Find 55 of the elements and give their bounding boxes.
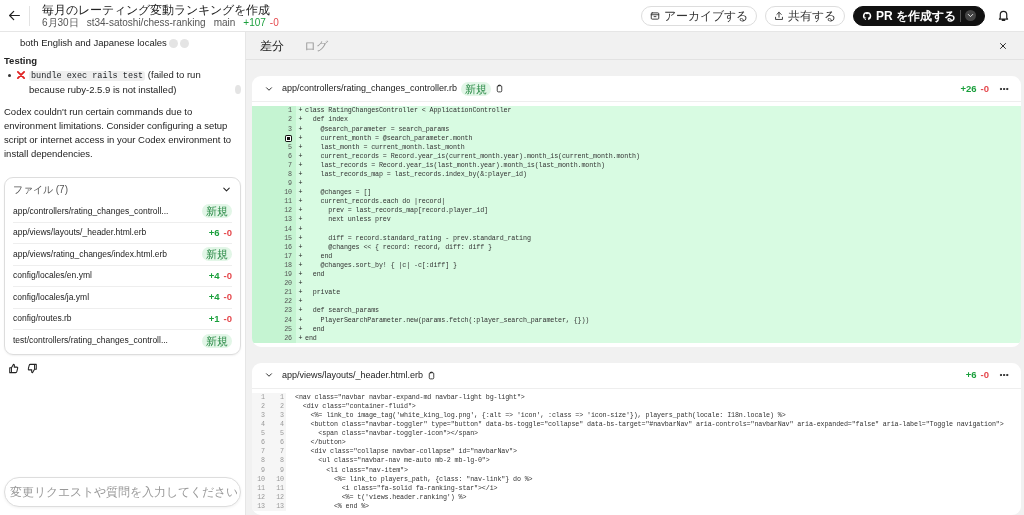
back-icon[interactable] [8,9,21,22]
bullet-icon [8,74,11,77]
archive-icon [650,10,660,21]
additions-count: +6 [208,225,220,240]
share-icon [774,10,784,21]
task-date: 6月30日 [42,16,79,29]
new-badge: 新規 [461,81,492,96]
file-name[interactable]: app/controllers/rating_changes_controll... [13,204,169,218]
share-button[interactable]: 共有する [765,5,845,26]
file-name[interactable]: app/views/rating_changes/index.html.erb [13,247,168,261]
deletions-count: -0 [980,81,989,96]
new-badge: 新規 [202,204,232,219]
files-title: ファイル (7) [13,183,68,197]
file-name[interactable]: app/views/layouts/_header.html.erb [13,226,147,240]
message-input[interactable]: 変更リクエストや質問を入力してください [4,477,241,507]
file-path: app/views/layouts/_header.html.erb [282,368,424,382]
summary-text: both English and Japanese locales [20,36,167,50]
deletions-count: -0 [980,368,989,383]
deletions-count: -0 [269,16,279,29]
note-paragraph: Codex couldn't run certain commands due to environment limitations. Consider configuring a setup script or internet access in your Codex environment to install dependencies. [4,105,233,161]
additions-count: +1 [208,311,220,326]
line-marker-icon[interactable] [285,134,292,142]
copy-icon[interactable] [427,370,437,380]
additions-count: +107 [243,16,266,29]
file-path: app/controllers/rating_changes_controller.rb [282,82,458,96]
additions-count: +6 [965,368,977,383]
test-result-text: bundle exec rails test (failed to run because ruby-2.5.9 is not installed) [29,68,202,97]
tab[interactable]: 差分 [254,34,290,57]
chevron-down-icon[interactable] [221,184,232,195]
repository-name: st34-satoshi/chess-ranking [86,16,206,29]
bell-icon[interactable] [997,9,1010,22]
file-name[interactable]: test/controllers/rating_changes_controll... [13,334,168,348]
thumbs-down-icon[interactable] [27,362,38,374]
file-name[interactable]: config/locales/en.yml [13,269,92,283]
section-heading: Testing [4,54,39,68]
new-badge: 新規 [202,333,232,348]
additions-count: +26 [960,81,977,96]
branch-name: main [213,16,236,29]
github-icon [862,10,872,21]
deletions-count: -0 [223,290,232,305]
additions-count: +4 [208,268,220,283]
thumbs-up-icon[interactable] [8,362,19,374]
archive-button[interactable]: アーカイブする [641,5,757,26]
additions-count: +4 [208,290,220,305]
deletions-count: -0 [223,225,232,240]
task-title: 毎月のレーティング変動ランキングを作成 [42,2,271,17]
deletions-count: -0 [223,311,232,326]
close-icon[interactable] [998,40,1008,51]
new-badge: 新規 [202,247,232,262]
caret-icon[interactable] [965,10,976,21]
deletions-count: -0 [223,268,232,283]
copy-icon[interactable] [495,84,505,94]
file-name[interactable]: config/routes.rb [13,312,72,326]
create-pr-button[interactable]: PR を作成する [853,5,985,26]
file-name[interactable]: config/locales/ja.yml [13,290,90,304]
